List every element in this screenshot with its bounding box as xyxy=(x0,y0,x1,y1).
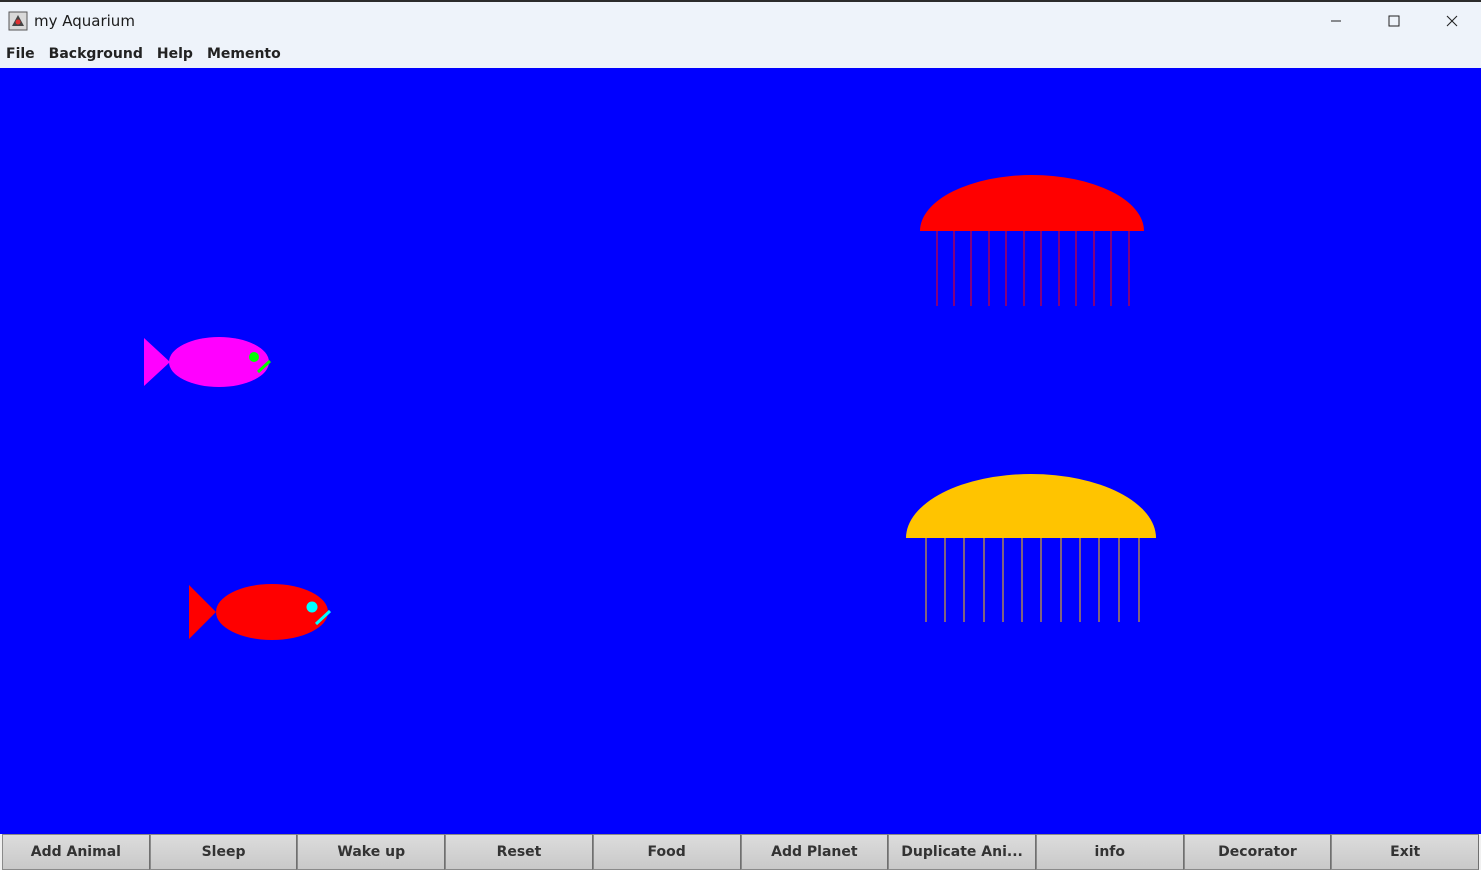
menu-help[interactable]: Help xyxy=(150,40,200,68)
jellyfish-red xyxy=(920,175,1144,306)
add-planet-button[interactable]: Add Planet xyxy=(740,834,889,870)
wake-up-button[interactable]: Wake up xyxy=(297,834,446,870)
jellyfish-yellow xyxy=(906,474,1156,622)
fish-magenta xyxy=(144,337,272,387)
jellyfish-tentacles xyxy=(936,231,1130,306)
sleep-button[interactable]: Sleep xyxy=(149,834,298,870)
fish-eye xyxy=(306,601,318,613)
add-animal-button[interactable]: Add Animal xyxy=(2,834,150,870)
jellyfish-tentacles xyxy=(925,538,1140,622)
minimize-button[interactable] xyxy=(1307,2,1365,40)
duplicate-animal-button[interactable]: Duplicate Ani... xyxy=(888,834,1036,870)
fish-tail xyxy=(144,338,170,386)
exit-button[interactable]: Exit xyxy=(1331,834,1480,870)
maximize-icon xyxy=(1388,15,1400,27)
fish-eye xyxy=(249,352,259,362)
info-button[interactable]: info xyxy=(1035,834,1184,870)
food-button[interactable]: Food xyxy=(592,834,741,870)
fish-tail xyxy=(189,585,216,639)
title-bar[interactable]: my Aquarium xyxy=(0,2,1481,40)
menu-memento[interactable]: Memento xyxy=(200,40,288,68)
maximize-button[interactable] xyxy=(1365,2,1423,40)
close-icon xyxy=(1446,15,1458,27)
control-button-bar: Add Animal Sleep Wake up Reset Food Add … xyxy=(2,834,1480,870)
aquarium-canvas[interactable] xyxy=(0,68,1481,834)
jellyfish-bell xyxy=(920,175,1144,231)
window-title: my Aquarium xyxy=(34,12,135,30)
jellyfish-bell xyxy=(906,474,1156,538)
app-window: my Aquarium File Background Help Memento… xyxy=(0,2,1481,870)
menu-background[interactable]: Background xyxy=(42,40,150,68)
reset-button[interactable]: Reset xyxy=(445,834,593,870)
decorator-button[interactable]: Decorator xyxy=(1183,834,1332,870)
close-button[interactable] xyxy=(1423,2,1481,40)
menu-file[interactable]: File xyxy=(0,40,42,68)
menu-bar: File Background Help Memento xyxy=(0,40,1481,68)
fish-red xyxy=(189,584,332,640)
aquarium-app-icon xyxy=(8,11,28,31)
minimize-icon xyxy=(1331,20,1341,22)
